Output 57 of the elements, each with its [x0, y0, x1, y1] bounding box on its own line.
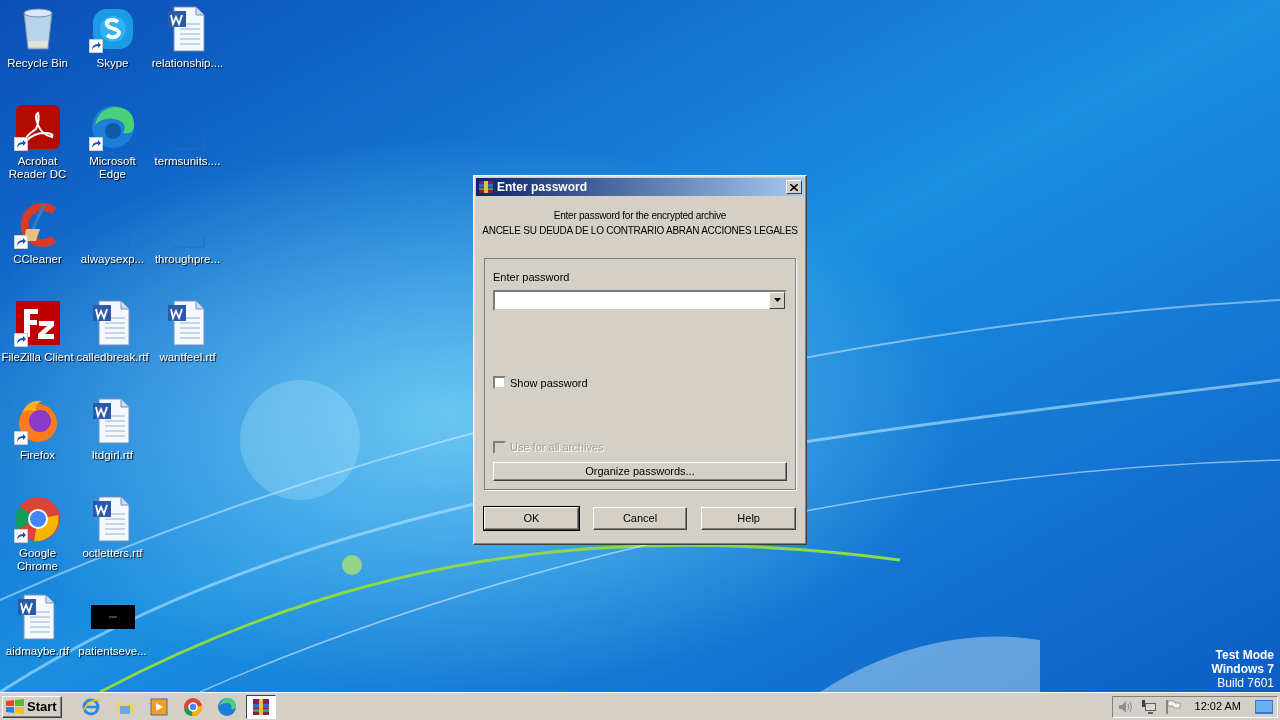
message-text: ANCELE SU DEUDA DE LO CONTRARIO ABRAN ACCIONES LEGALES [481, 224, 799, 238]
icon-label[interactable]: patientseve... [78, 645, 147, 658]
shortcut-arrow-icon [14, 137, 28, 151]
dialog-button[interactable]: Cancel [592, 507, 688, 530]
icon-label[interactable]: ltdgirl.rtf [92, 449, 133, 462]
shortcut-arrow-icon [14, 333, 28, 347]
shortcut-arrow-icon [14, 529, 28, 543]
field-label: Enter password [493, 270, 571, 285]
chrome-icon [182, 696, 203, 717]
icon-label[interactable]: Acrobat Reader DC [0, 155, 75, 181]
icon-label[interactable]: Firefox [19, 449, 56, 462]
shortcut-arrow-icon [14, 431, 28, 445]
icon-label[interactable]: throughpre... [154, 253, 221, 266]
icon-label[interactable]: Microsoft Edge [75, 155, 150, 181]
dialog-button[interactable]: OK [484, 507, 579, 530]
archive-icon [478, 180, 494, 194]
icon-label[interactable]: termsunits.... [154, 155, 221, 168]
system-label: Windows 7 [1211, 662, 1274, 676]
icon-label[interactable]: aidmaybe.rtf [5, 645, 70, 658]
close-button[interactable] [786, 180, 802, 194]
dropdown-button[interactable] [769, 291, 785, 309]
shortcut-arrow-icon [14, 235, 28, 249]
icon-label[interactable]: Google Chrome [0, 547, 75, 573]
caret-icon [773, 298, 781, 302]
icon-label[interactable]: relationship.... [151, 57, 224, 70]
organize-passwords-button[interactable]: Organize passwords... [493, 461, 787, 481]
icon-label[interactable]: Skype [96, 57, 129, 70]
browser-icon [216, 696, 237, 717]
icon-label[interactable]: wantfeel.rtf [159, 351, 216, 364]
flag-icon[interactable] [1164, 699, 1181, 714]
taskbar-button[interactable] [245, 694, 276, 719]
start-button[interactable]: Start [2, 695, 62, 718]
password-field[interactable] [493, 289, 787, 311]
system-label: Build 7601 [1216, 676, 1274, 690]
show-desktop-icon[interactable] [1255, 698, 1273, 715]
shortcut-arrow-icon [89, 137, 103, 151]
checkbox-label: Show password [510, 375, 588, 391]
clock[interactable]: 12:02 AM [1194, 698, 1241, 715]
dialog-button[interactable]: Help [701, 507, 796, 530]
icon-label[interactable]: FileZilla Client [1, 351, 74, 364]
media-player-icon [148, 696, 169, 717]
shortcut-arrow-icon [89, 39, 103, 53]
icon-label[interactable]: octletters.rtf [82, 547, 143, 560]
system-label: Test Mode [1214, 648, 1274, 662]
icon-label[interactable]: alwaysexp... [80, 253, 145, 266]
network-icon[interactable] [1140, 699, 1157, 714]
icon-label[interactable]: Recycle Bin [7, 57, 68, 70]
archive-icon [250, 696, 271, 717]
icon-label[interactable]: CCleaner [13, 253, 62, 266]
message-text: Enter password for the encrypted archive [552, 209, 728, 223]
browser-icon [80, 696, 101, 717]
windows-logo-icon [5, 698, 25, 715]
window-title: Enter password [497, 179, 588, 196]
close-icon [790, 183, 798, 191]
checkbox[interactable] [493, 376, 506, 390]
chrome-icon[interactable] [13, 495, 62, 543]
icon-label[interactable]: calledbreak.rtf [76, 351, 149, 364]
